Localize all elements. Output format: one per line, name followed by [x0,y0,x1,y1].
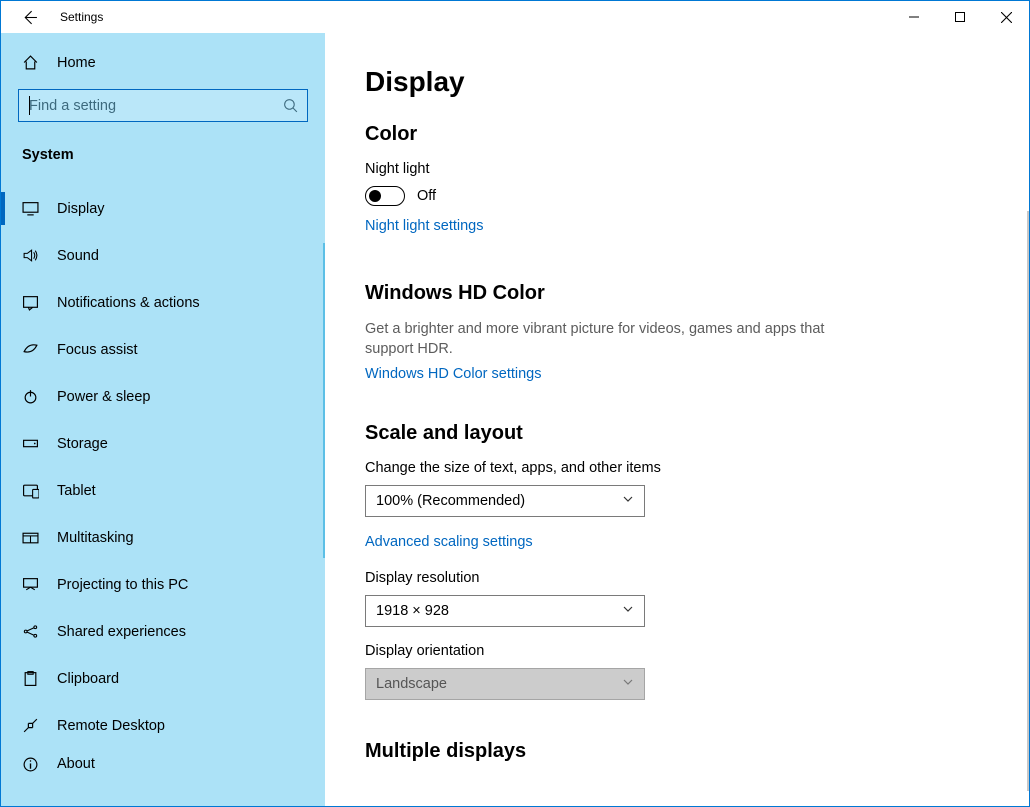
chevron-down-icon [622,493,634,509]
focus-icon [22,341,39,358]
sidebar-item-label: Storage [57,436,108,452]
sidebar-item-label: Notifications & actions [57,295,200,311]
display-icon [22,200,39,217]
resolution-select[interactable]: 1918 × 928 [365,595,645,627]
titlebar: Settings [1,1,1029,33]
sidebar-item-projecting[interactable]: Projecting to this PC [1,561,325,608]
sidebar-item-display[interactable]: Display [1,185,325,232]
sidebar-item-about[interactable]: About [1,749,325,779]
sidebar-item-label: Sound [57,248,99,264]
multitasking-icon [22,529,39,546]
back-icon[interactable] [21,9,38,26]
sidebar-item-label: Multitasking [57,530,134,546]
sidebar-item-label: Shared experiences [57,624,186,640]
sidebar-item-shared[interactable]: Shared experiences [1,608,325,655]
section-scale: Scale and layout [365,422,989,445]
orientation-label: Display orientation [365,643,989,659]
sidebar-item-clipboard[interactable]: Clipboard [1,655,325,702]
sidebar-item-label: Tablet [57,483,96,499]
sidebar-item-label: About [57,756,95,772]
chevron-down-icon [622,603,634,619]
orientation-value: Landscape [376,676,447,692]
search-field[interactable] [29,98,282,114]
sidebar-item-focus-assist[interactable]: Focus assist [1,326,325,373]
content-scrollbar[interactable] [1027,211,1029,791]
night-light-state: Off [417,188,436,204]
sidebar-item-multitasking[interactable]: Multitasking [1,514,325,561]
sidebar-item-remote[interactable]: Remote Desktop [1,702,325,749]
sidebar-item-label: Clipboard [57,671,119,687]
chevron-down-icon [622,676,634,692]
scale-select[interactable]: 100% (Recommended) [365,485,645,517]
advanced-scaling-link[interactable]: Advanced scaling settings [365,534,533,550]
about-icon [22,756,39,773]
search-icon [282,97,299,114]
home-icon [22,54,39,71]
sidebar: Home System Display Sound [1,33,325,806]
sound-icon [22,247,39,264]
section-color: Color [365,123,989,146]
content-pane: Display Color Night light Off Night ligh… [325,33,1029,806]
nav-list: Display Sound Notifications & actions Fo… [1,185,325,779]
close-button[interactable] [983,1,1029,33]
sidebar-item-tablet[interactable]: Tablet [1,467,325,514]
resolution-label: Display resolution [365,570,989,586]
sidebar-item-label: Focus assist [57,342,138,358]
tablet-icon [22,482,39,499]
sidebar-item-power[interactable]: Power & sleep [1,373,325,420]
night-light-settings-link[interactable]: Night light settings [365,218,483,234]
hd-desc: Get a brighter and more vibrant picture … [365,320,825,359]
sidebar-item-label: Projecting to this PC [57,577,188,593]
scale-label: Change the size of text, apps, and other… [365,460,989,476]
projecting-icon [22,576,39,593]
resolution-value: 1918 × 928 [376,603,449,619]
clipboard-icon [22,670,39,687]
sidebar-item-label: Power & sleep [57,389,151,405]
hd-settings-link[interactable]: Windows HD Color settings [365,366,541,382]
page-title: Display [365,66,989,98]
sidebar-item-storage[interactable]: Storage [1,420,325,467]
sidebar-item-label: Remote Desktop [57,718,165,734]
remote-icon [22,717,39,734]
minimize-button[interactable] [891,1,937,33]
shared-icon [22,623,39,640]
category-title: System [1,139,325,167]
search-input[interactable] [18,89,308,122]
power-icon [22,388,39,405]
window-title: Settings [60,10,103,24]
home-label: Home [57,55,96,71]
sidebar-item-sound[interactable]: Sound [1,232,325,279]
section-hd-color: Windows HD Color [365,282,989,305]
sidebar-item-label: Display [57,201,105,217]
home-button[interactable]: Home [1,44,325,81]
sidebar-item-notifications[interactable]: Notifications & actions [1,279,325,326]
settings-window: Settings Home [0,0,1030,807]
notifications-icon [22,294,39,311]
storage-icon [22,435,39,452]
maximize-button[interactable] [937,1,983,33]
scale-value: 100% (Recommended) [376,493,525,509]
night-light-label: Night light [365,161,989,177]
section-multiple-displays: Multiple displays [365,740,989,763]
night-light-toggle[interactable] [365,186,405,206]
orientation-select: Landscape [365,668,645,700]
